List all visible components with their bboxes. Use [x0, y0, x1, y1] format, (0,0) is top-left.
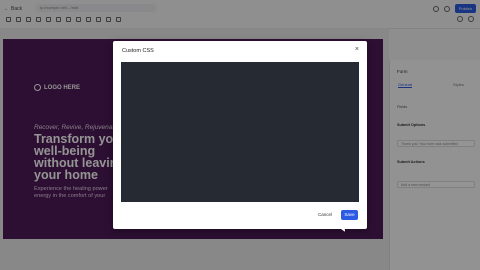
- dialog-title: Custom CSS: [122, 48, 154, 54]
- custom-css-dialog: Custom CSS × Cancel Save: [113, 41, 367, 229]
- editor-app: ← Back lp.example.net/.../edit Publish L…: [0, 0, 480, 270]
- css-code-editor[interactable]: [121, 62, 359, 202]
- close-icon[interactable]: ×: [355, 46, 359, 54]
- save-button[interactable]: Save: [341, 210, 358, 220]
- cancel-button[interactable]: Cancel: [318, 212, 332, 217]
